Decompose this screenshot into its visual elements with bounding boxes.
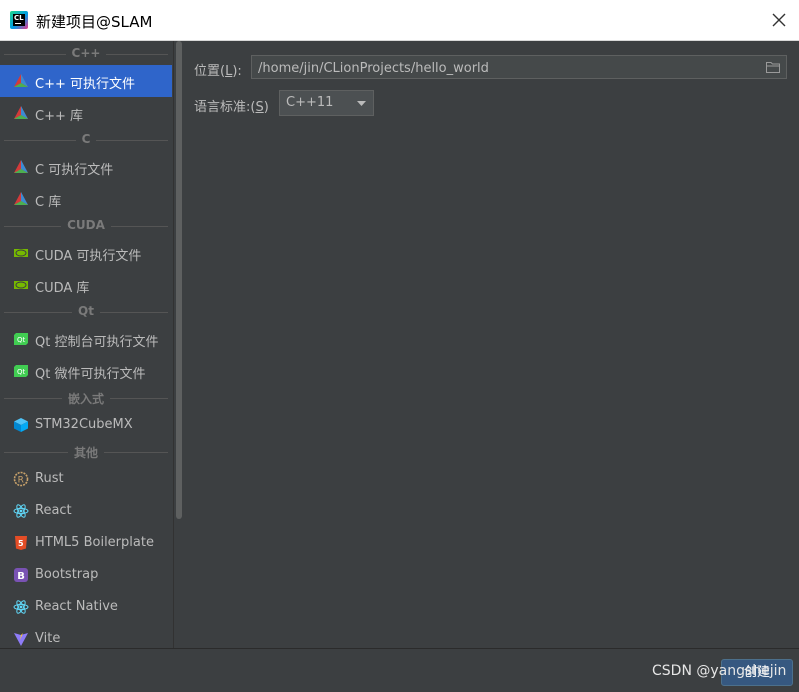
bootstrap-icon: B	[13, 567, 29, 583]
cmake-triangle-icon	[13, 159, 29, 175]
sidebar-item-label: Qt 控制台可执行文件	[35, 335, 159, 350]
sidebar-item-label: C++ 库	[35, 109, 83, 124]
group-header-label: Qt	[0, 304, 172, 318]
sidebar-item-label: C 库	[35, 195, 62, 210]
folder-icon[interactable]	[766, 61, 780, 73]
project-type-sidebar: C++ C++ 可执行文件 C++ 库 C C 可执行文件 C 库 CUDA CUDA 可执行…	[0, 41, 183, 648]
sidebar-item[interactable]: CUDA 库	[0, 269, 172, 301]
group-header-text: C++	[65, 46, 107, 60]
sidebar-item-label: C++ 可执行文件	[35, 77, 135, 92]
sidebar-item[interactable]: B Bootstrap	[0, 559, 172, 591]
group-header-text: C	[75, 132, 97, 146]
sidebar-item[interactable]: React Native	[0, 591, 172, 623]
group-header: CUDA	[0, 215, 172, 237]
project-settings-panel: 位置(L): 语言标准:(S) C++11	[183, 41, 799, 648]
sidebar-item[interactable]: C 库	[0, 183, 172, 215]
group-header: C	[0, 129, 172, 151]
svg-text:5: 5	[18, 539, 24, 548]
sidebar-item[interactable]: 5 HTML5 Boilerplate	[0, 527, 172, 559]
group-header-text: Qt	[72, 304, 100, 318]
svg-text:R: R	[18, 476, 24, 486]
sidebar-item-label: Rust	[35, 471, 64, 486]
chevron-down-icon	[357, 101, 366, 106]
watermark: CSDN @yangshejin	[652, 663, 787, 679]
cmake-triangle-icon	[13, 191, 29, 207]
group-header-text: 其他	[67, 446, 104, 460]
sidebar-item-label: React	[35, 503, 72, 518]
cmake-triangle-icon	[13, 73, 29, 89]
sidebar-item[interactable]: Qt Qt 微件可执行文件	[0, 355, 172, 387]
group-header: Qt	[0, 301, 172, 323]
group-header: 嵌入式	[0, 387, 172, 409]
sidebar-item[interactable]: CUDA 可执行文件	[0, 237, 172, 269]
clion-icon: CL	[10, 11, 28, 29]
language-standard-label: 语言标准:(S)	[194, 100, 269, 115]
language-standard-select[interactable]: C++11	[279, 90, 374, 116]
sidebar-item-label: CUDA 可执行文件	[35, 249, 142, 264]
group-header-label: C	[0, 132, 172, 146]
html5-icon: 5	[13, 535, 29, 551]
vite-icon	[13, 631, 29, 647]
group-header-text: CUDA	[61, 218, 111, 232]
svg-text:Qt: Qt	[17, 336, 26, 344]
group-header: 其他	[0, 441, 172, 463]
sidebar-item[interactable]: Vite	[0, 623, 172, 648]
language-standard-value: C++11	[286, 95, 334, 110]
sidebar-item-label: React Native	[35, 599, 118, 614]
nvidia-icon	[13, 277, 29, 293]
sidebar-item-label: CUDA 库	[35, 281, 90, 296]
dialog-footer: 创建 CSDN @yangshejin	[0, 648, 799, 692]
location-input[interactable]	[252, 56, 765, 80]
sidebar-item-label: Qt 微件可执行文件	[35, 367, 146, 382]
sidebar-item[interactable]: R Rust	[0, 463, 172, 495]
qt-icon: Qt	[13, 363, 29, 379]
sidebar-item[interactable]: C 可执行文件	[0, 151, 172, 183]
sidebar-item-label: Vite	[35, 631, 61, 646]
sidebar-item-label: C 可执行文件	[35, 163, 114, 178]
svg-text:Qt: Qt	[17, 368, 26, 376]
sidebar-item-label: HTML5 Boilerplate	[35, 535, 154, 550]
sidebar-item-label: STM32CubeMX	[35, 417, 133, 432]
qt-icon: Qt	[13, 331, 29, 347]
scrollbar-thumb[interactable]	[176, 41, 182, 519]
group-header-label: 其他	[0, 444, 172, 461]
sidebar-item[interactable]: C++ 库	[0, 97, 172, 129]
sidebar-item[interactable]: C++ 可执行文件	[0, 65, 172, 97]
sidebar-item[interactable]: React	[0, 495, 172, 527]
location-label: 位置(L):	[194, 64, 242, 79]
group-header-label: 嵌入式	[0, 390, 172, 407]
cube-icon	[13, 417, 29, 433]
nvidia-icon	[13, 245, 29, 261]
svg-text:B: B	[17, 571, 25, 582]
window-title: 新建项目@SLAM	[36, 13, 153, 31]
sidebar-item-label: Bootstrap	[35, 567, 99, 582]
sidebar-scrollbar[interactable]	[173, 41, 183, 648]
location-field[interactable]	[251, 55, 787, 80]
react-icon	[13, 503, 29, 519]
close-button[interactable]	[765, 6, 793, 34]
title-bar: CL 新建项目@SLAM	[0, 0, 799, 41]
close-icon	[772, 13, 786, 27]
sidebar-item[interactable]: Qt Qt 控制台可执行文件	[0, 323, 172, 355]
group-header-text: 嵌入式	[61, 392, 110, 406]
cmake-triangle-icon	[13, 105, 29, 121]
sidebar-item[interactable]: STM32CubeMX	[0, 409, 172, 441]
group-header: C++	[0, 43, 172, 65]
react-icon	[13, 599, 29, 615]
group-header-label: CUDA	[0, 218, 172, 232]
rust-icon: R	[13, 471, 29, 487]
group-header-label: C++	[0, 46, 172, 60]
